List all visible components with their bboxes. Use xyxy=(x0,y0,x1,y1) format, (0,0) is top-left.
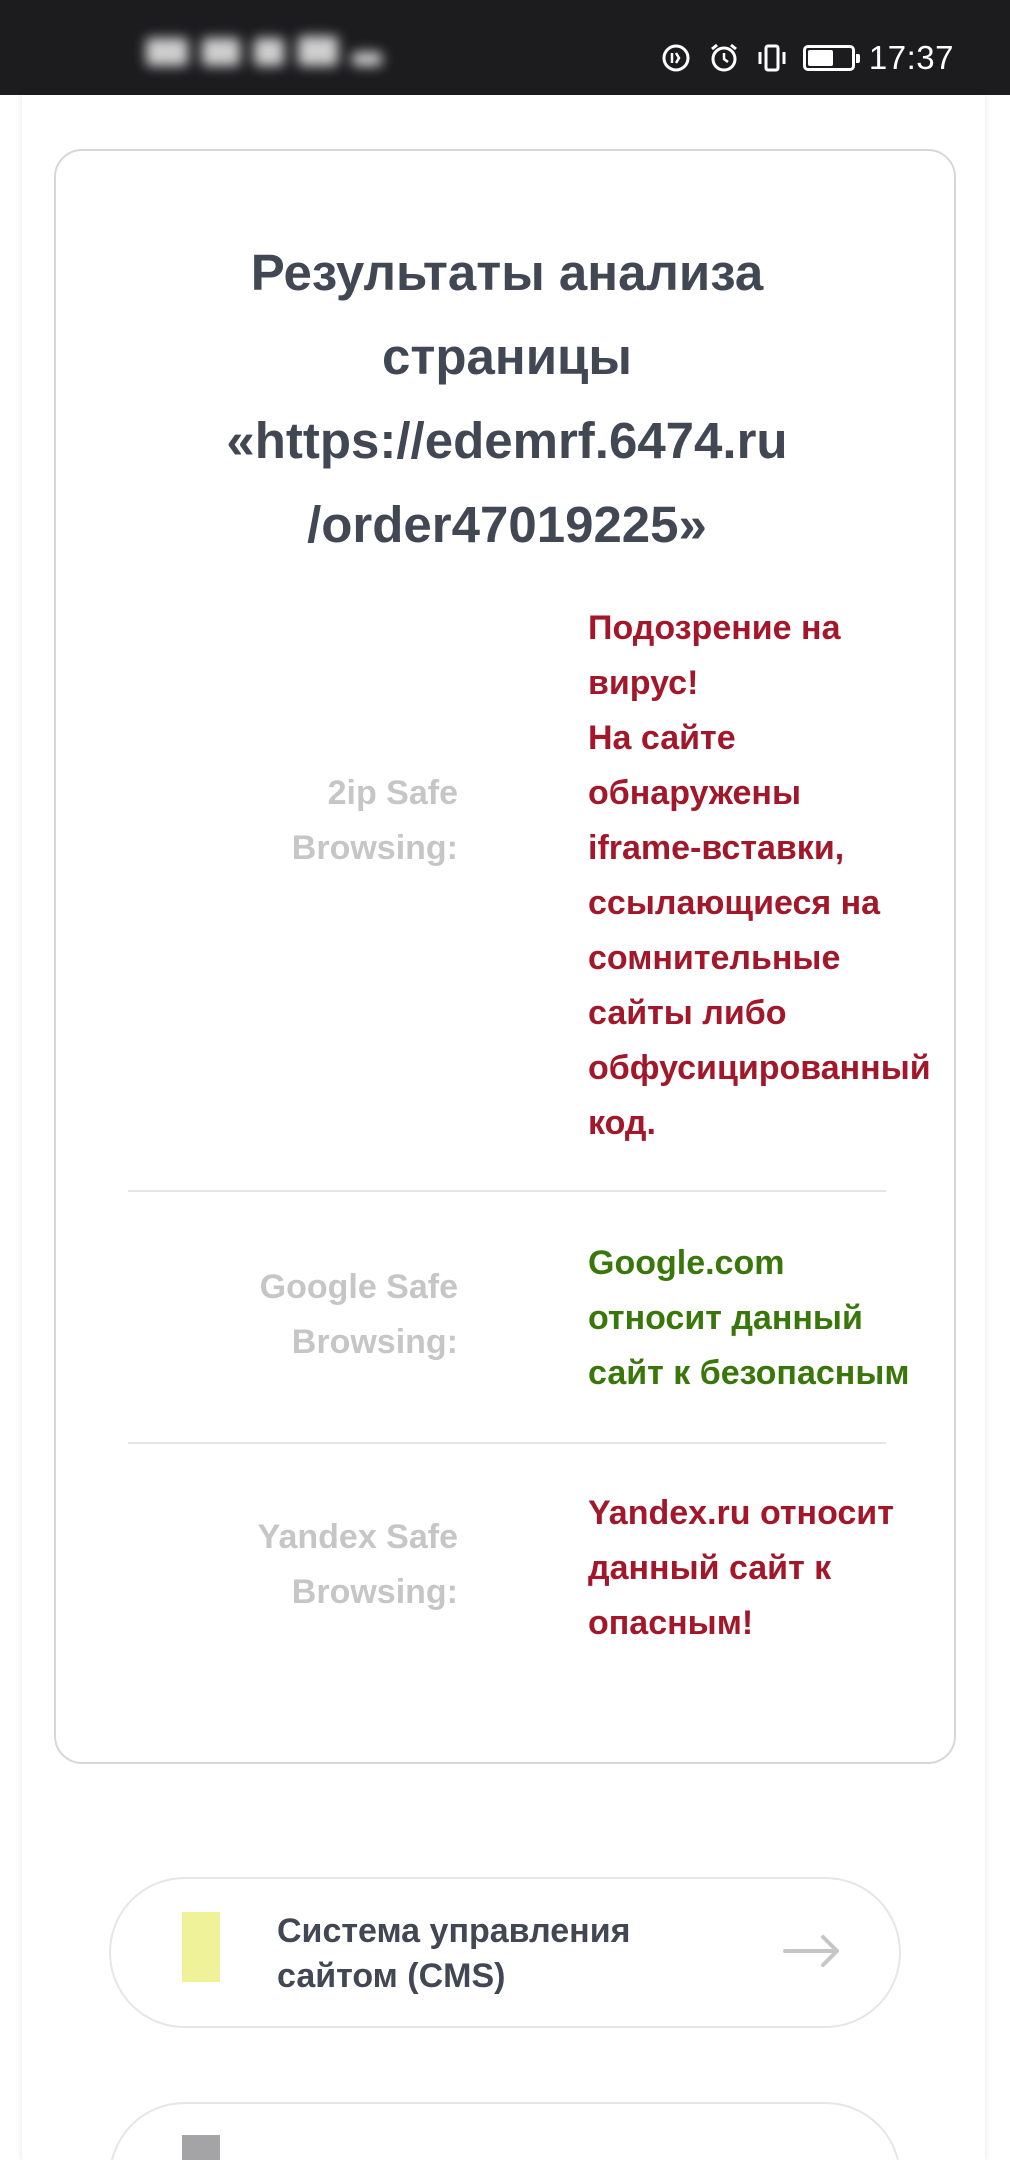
row-value-2ip: Подозрение на вирус! На сайте обнаружены… xyxy=(588,609,931,1142)
result-title-line: Результаты анализа xyxy=(250,244,764,301)
status-bar: 17:37 xyxy=(0,0,1010,95)
status-icons: 17:37 xyxy=(659,39,954,76)
result-title-line: «https://edemrf.6474.ru xyxy=(226,412,788,469)
row-divider xyxy=(128,1442,886,1444)
row-label: 2ip Safe Browsing: xyxy=(291,774,458,867)
blurred-status-icons xyxy=(146,36,396,76)
cms-link-button[interactable]: Система управления сайтом (CMS) xyxy=(109,1877,901,2028)
clock-time: 17:37 xyxy=(868,39,954,76)
result-title-line: /order47019225» xyxy=(307,496,707,553)
arrow-right-icon xyxy=(783,1935,839,1967)
row-value-google: Google.com относит данный сайт к безопас… xyxy=(588,1244,910,1392)
analysis-result-card: Результаты анализа страницы «https://ede… xyxy=(54,149,956,1764)
row-label: Yandex Safe Browsing: xyxy=(257,1518,458,1611)
row-label: Google Safe Browsing: xyxy=(259,1268,458,1361)
data-saver-icon xyxy=(662,44,690,72)
result-title-line: страницы xyxy=(382,328,632,385)
battery-icon xyxy=(802,45,860,71)
vibrate-icon xyxy=(758,44,786,72)
next-swatch xyxy=(182,2135,220,2160)
result-row-yandex: Yandex Safe Browsing: Yandex.ru относит д… xyxy=(128,1486,894,1666)
alarm-icon xyxy=(710,43,737,72)
cms-swatch xyxy=(182,1912,220,1982)
result-row-2ip: 2ip Safe Browsing: Подозрение на вирус! Н… xyxy=(128,601,931,1142)
cms-label: Система управления сайтом (CMS) xyxy=(277,1912,631,1995)
row-value-yandex: Yandex.ru относит данный сайт к опасным! xyxy=(588,1494,894,1642)
result-row-google: Google Safe Browsing: Google.com относит … xyxy=(128,1236,910,1416)
result-title: Результаты анализа страницы «https://ede… xyxy=(96,231,918,567)
next-link-button[interactable] xyxy=(109,2102,901,2160)
row-divider xyxy=(128,1190,886,1192)
